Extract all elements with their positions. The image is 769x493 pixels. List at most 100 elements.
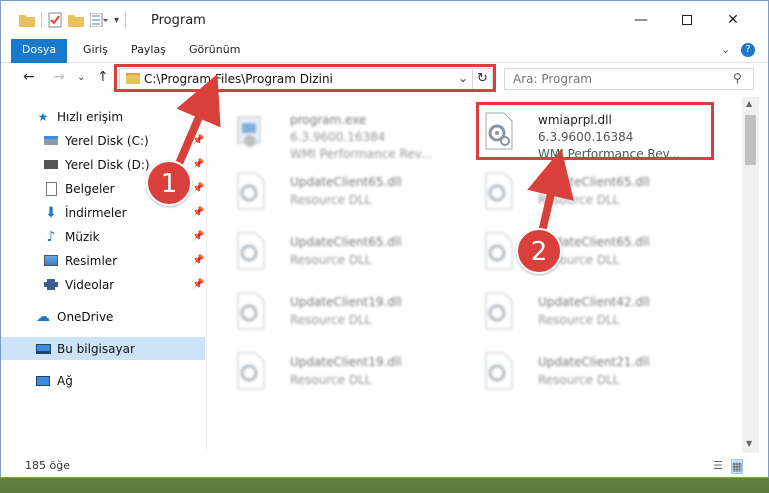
pin-icon[interactable]: 📌: [192, 183, 204, 194]
file-item-program-exe[interactable]: program.exe 6.3.9600.16384 WMI Performan…: [224, 103, 464, 161]
file-description: WMI Performance Rev...: [290, 147, 433, 161]
sidebar-item-label: Videolar: [65, 277, 115, 292]
file-name: UpdateClient65.dll: [290, 235, 402, 249]
dll-file-icon: [485, 172, 513, 210]
customize-icon[interactable]: [90, 13, 108, 27]
file-item[interactable]: UpdateClient65.dll Resource DLL: [224, 223, 464, 279]
sidebar-item-pictures[interactable]: Resimler 📌: [1, 249, 205, 272]
computer-icon: [35, 342, 51, 356]
pin-icon[interactable]: 📌: [192, 255, 204, 266]
file-item[interactable]: UpdateClient21.dll Resource DLL: [472, 343, 712, 399]
close-button[interactable]: ✕: [710, 1, 756, 39]
address-bar[interactable]: C:\Program Files\Program Dizini ⌄ ↻: [119, 68, 493, 90]
file-name: program.exe: [290, 113, 367, 127]
navigation-pane: ★ Hızlı erişim Yerel Disk (C:) 📌 Yerel D…: [1, 97, 207, 453]
pin-icon[interactable]: 📌: [192, 279, 204, 290]
pin-icon[interactable]: 📌: [192, 231, 204, 242]
sidebar-item-label: Hızlı erişim: [57, 109, 124, 124]
file-name: UpdateClient65.dll: [538, 175, 650, 189]
sidebar-item-label: Ağ: [57, 373, 73, 388]
toolbar-divider: [125, 12, 127, 28]
file-item[interactable]: UpdateClient19.dll Resource DLL: [224, 343, 464, 399]
search-icon[interactable]: ⚲: [733, 71, 742, 85]
sidebar-item-videos[interactable]: Videolar 📌: [1, 273, 205, 296]
sidebar-item-label: Resimler: [65, 253, 118, 268]
help-icon[interactable]: ?: [741, 43, 755, 57]
sidebar-item-label: Belgeler: [65, 181, 115, 196]
vertical-scrollbar[interactable]: ▲ ▼: [742, 97, 759, 453]
maximize-icon: [682, 15, 692, 25]
back-arrow-icon[interactable]: ←: [23, 69, 35, 85]
ribbon-tabs: Dosya Giriş Paylaş Görünüm ⌄ ?: [1, 39, 768, 95]
sidebar-item-music[interactable]: ♪ Müzik 📌: [1, 225, 205, 248]
sidebar-item-network[interactable]: Ağ: [1, 369, 205, 392]
download-icon: ⬇: [45, 204, 57, 221]
dll-file-icon: [485, 232, 513, 270]
sidebar-item-onedrive[interactable]: ☁ OneDrive: [1, 305, 205, 328]
sidebar-item-this-pc[interactable]: Bu bilgisayar: [1, 337, 205, 360]
sidebar-item-label: Yerel Disk (D:): [65, 157, 150, 172]
callout-badge-1: 1: [146, 160, 192, 206]
file-type: Resource DLL: [538, 373, 620, 387]
properties-icon[interactable]: [48, 12, 62, 28]
file-name: wmiaprpl.dll: [538, 113, 612, 127]
item-count: 185 öğe: [25, 459, 70, 472]
ribbon-expand-icon[interactable]: ⌄: [721, 43, 730, 56]
scroll-down-icon[interactable]: ▼: [746, 439, 752, 448]
sidebar-item-quick-access[interactable]: ★ Hızlı erişim: [1, 105, 205, 128]
pin-icon[interactable]: 📌: [192, 207, 204, 218]
file-item[interactable]: UpdateClient42.dll Resource DLL: [472, 283, 712, 339]
new-folder-icon[interactable]: [68, 13, 84, 27]
cloud-icon: ☁: [36, 308, 50, 325]
window-title: Program: [151, 13, 206, 28]
scroll-up-icon[interactable]: ▲: [746, 99, 752, 108]
star-icon: ★: [37, 109, 49, 124]
file-name: UpdateClient42.dll: [538, 295, 650, 309]
file-item[interactable]: UpdateClient19.dll Resource DLL: [224, 283, 464, 339]
qat-dropdown-icon[interactable]: ▾: [114, 15, 119, 26]
drive-icon: [43, 158, 59, 172]
dll-file-icon: [237, 292, 265, 330]
details-view-icon[interactable]: ☰: [713, 459, 723, 474]
pin-icon[interactable]: 📌: [192, 135, 204, 146]
maximize-button[interactable]: [664, 1, 710, 39]
music-icon: ♪: [46, 228, 56, 245]
file-list: program.exe 6.3.9600.16384 WMI Performan…: [208, 97, 742, 453]
dll-file-icon: [485, 352, 513, 390]
pin-icon[interactable]: 📌: [192, 159, 204, 170]
tab-share[interactable]: Paylaş: [131, 39, 166, 63]
file-type: Resource DLL: [538, 313, 620, 327]
dll-file-icon: [237, 352, 265, 390]
search-placeholder: Ara: Program: [513, 72, 592, 86]
tab-view[interactable]: Görünüm: [189, 39, 240, 63]
pictures-icon: [43, 254, 59, 268]
sidebar-item-label: Yerel Disk (C:): [65, 133, 149, 148]
videos-icon: [43, 278, 59, 292]
file-type: Resource DLL: [290, 373, 372, 387]
sidebar-item-label: OneDrive: [57, 309, 114, 324]
up-arrow-icon[interactable]: ↑: [97, 69, 109, 85]
file-item[interactable]: UpdateClient65.dll Resource DLL: [472, 163, 712, 219]
address-dropdown-icon[interactable]: ⌄: [458, 71, 468, 85]
sidebar-item-local-disk-c[interactable]: Yerel Disk (C:) 📌: [1, 129, 205, 152]
file-item-wmiaprpl-dll[interactable]: wmiaprpl.dll 6.3.9600.16384 WMI Performa…: [472, 103, 712, 161]
file-item[interactable]: UpdateClient65.dll Resource DLL: [224, 163, 464, 219]
file-type: Resource DLL: [290, 193, 372, 207]
tiles-view-icon[interactable]: ▦: [730, 459, 744, 474]
dll-file-icon: [237, 172, 265, 210]
recent-locations-icon[interactable]: ⌄: [77, 72, 85, 83]
address-path[interactable]: C:\Program Files\Program Dizini: [144, 72, 333, 86]
tab-home[interactable]: Giriş: [83, 39, 108, 63]
search-box[interactable]: Ara: Program ⚲: [504, 68, 754, 90]
toolbar-divider: [41, 12, 42, 28]
file-version: 6.3.9600.16384: [538, 130, 634, 144]
scroll-thumb[interactable]: [745, 115, 756, 165]
forward-arrow-icon[interactable]: →: [53, 69, 65, 85]
refresh-icon[interactable]: ↻: [472, 69, 492, 89]
file-name: UpdateClient19.dll: [290, 355, 402, 369]
file-item[interactable]: UpdateClient65.dll Resource DLL: [472, 223, 712, 279]
folder-icon: [19, 15, 35, 27]
minimize-button[interactable]: —: [618, 1, 664, 39]
sidebar-item-label: Bu bilgisayar: [57, 341, 135, 356]
dll-file-icon: [237, 232, 265, 270]
